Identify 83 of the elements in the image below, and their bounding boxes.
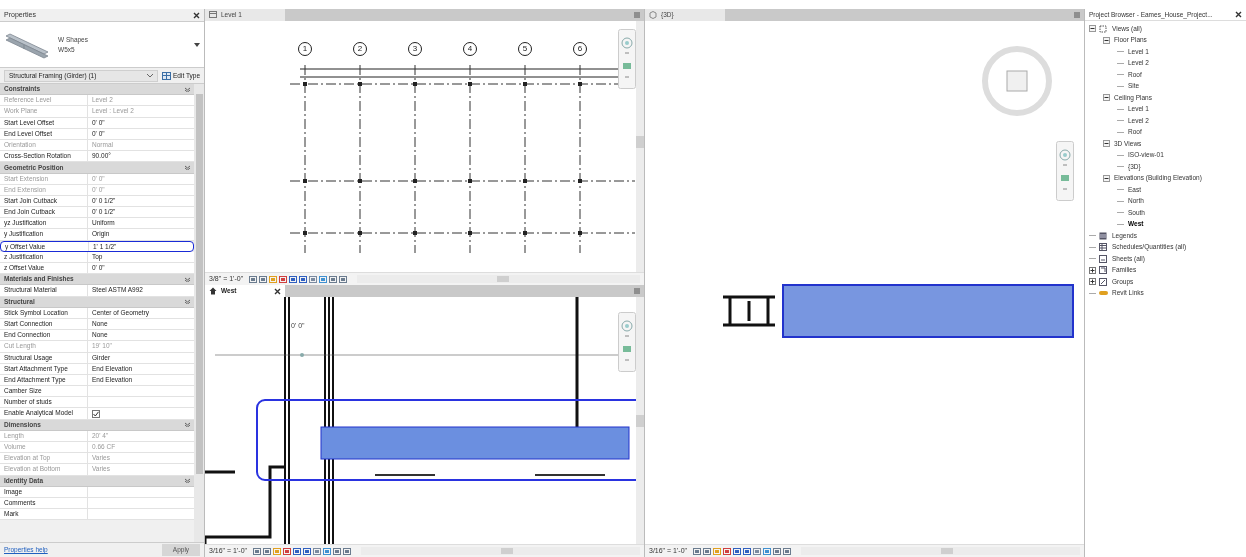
close-button[interactable] — [193, 11, 200, 19]
view-control-icon[interactable] — [693, 547, 702, 555]
view-control-icon[interactable] — [309, 275, 318, 283]
scrollbar-thumb[interactable] — [636, 136, 644, 148]
grid-bubble: 6 — [573, 42, 587, 56]
house-icon — [209, 287, 217, 295]
horizontal-scrollbar[interactable] — [357, 275, 640, 283]
view-control-icon[interactable] — [253, 547, 262, 555]
table-icon — [162, 71, 171, 80]
view-control-icon[interactable] — [323, 547, 332, 555]
views-icon — [1099, 24, 1108, 33]
collapse-icon[interactable] — [1103, 174, 1110, 182]
cube-icon — [649, 11, 657, 19]
view-control-icon[interactable] — [259, 275, 268, 283]
legend-icon — [1099, 231, 1108, 240]
view-control-icon[interactable] — [329, 275, 338, 283]
navigation-bar[interactable] — [1056, 141, 1074, 201]
sheet-icon — [1099, 254, 1108, 263]
view-control-icon[interactable] — [753, 547, 762, 555]
view-control-icon[interactable] — [279, 275, 288, 283]
menu-icon — [634, 288, 640, 294]
view-control-icon[interactable] — [313, 547, 322, 555]
expand-icon[interactable] — [1089, 266, 1096, 274]
collapse-icon — [185, 164, 190, 170]
view-control-icon[interactable] — [333, 547, 342, 555]
view-control-icon[interactable] — [319, 275, 328, 283]
navigation-bar[interactable] — [618, 29, 636, 89]
collapse-icon[interactable] — [1103, 94, 1110, 102]
close-button[interactable] — [274, 287, 281, 295]
family-icon — [1099, 266, 1108, 275]
horizontal-scrollbar[interactable] — [801, 547, 1080, 555]
scrollbar-thumb[interactable] — [497, 276, 510, 282]
view-control-icon[interactable] — [283, 547, 292, 555]
group-icon — [1099, 277, 1108, 286]
view-control-icon[interactable] — [289, 275, 298, 283]
close-icon — [193, 11, 200, 19]
schedule-icon — [1099, 243, 1108, 252]
grid-bubble: 5 — [518, 42, 532, 56]
view-control-icon[interactable] — [299, 275, 308, 283]
grid-bubble: 1 — [298, 42, 312, 56]
scrollbar-thumb[interactable] — [941, 548, 954, 554]
expand-icon[interactable] — [1089, 278, 1096, 286]
scrollbar-thumb[interactable] — [195, 94, 203, 474]
collapse-icon — [185, 276, 190, 282]
close-icon — [274, 287, 281, 295]
collapse-icon — [185, 299, 190, 305]
view-control-icon[interactable] — [723, 547, 732, 555]
view-control-icon[interactable] — [339, 275, 348, 283]
menu-icon — [634, 12, 640, 18]
plan-view-icon — [209, 11, 217, 19]
view-control-icon[interactable] — [743, 547, 752, 555]
caret-icon — [147, 73, 153, 78]
view-control-icon[interactable] — [703, 547, 712, 555]
checkbox[interactable] — [92, 409, 100, 418]
grid-bubble: 2 — [353, 42, 367, 56]
caret-icon — [194, 42, 200, 47]
view-control-icon[interactable] — [773, 547, 782, 555]
grid-bubble: 3 — [408, 42, 422, 56]
scrollbar[interactable] — [194, 84, 204, 542]
collapse-icon[interactable] — [1089, 25, 1096, 33]
collapse-icon — [185, 86, 190, 92]
vertical-scrollbar[interactable] — [636, 297, 644, 544]
close-icon — [1235, 11, 1242, 18]
collapse-icon — [185, 422, 190, 428]
scrollbar-thumb[interactable] — [501, 548, 514, 554]
view-control-icon[interactable] — [249, 275, 258, 283]
navigation-bar[interactable] — [618, 312, 636, 372]
view-control-icon[interactable] — [343, 547, 352, 555]
collapse-icon[interactable] — [1103, 140, 1110, 148]
view-control-icon[interactable] — [293, 547, 302, 555]
vertical-scrollbar[interactable] — [636, 21, 644, 272]
scrollbar-thumb[interactable] — [636, 415, 644, 427]
grid-bubble: 4 — [463, 42, 477, 56]
view-control-icon[interactable] — [303, 547, 312, 555]
view-control-icon[interactable] — [783, 547, 792, 555]
menu-icon — [1074, 12, 1080, 18]
collapse-icon[interactable] — [1103, 36, 1110, 44]
collapse-icon — [185, 478, 190, 484]
view-control-icon[interactable] — [263, 547, 272, 555]
view-control-icon[interactable] — [733, 547, 742, 555]
close-button[interactable] — [1235, 11, 1242, 18]
horizontal-scrollbar[interactable] — [361, 547, 640, 555]
view-control-icon[interactable] — [763, 547, 772, 555]
